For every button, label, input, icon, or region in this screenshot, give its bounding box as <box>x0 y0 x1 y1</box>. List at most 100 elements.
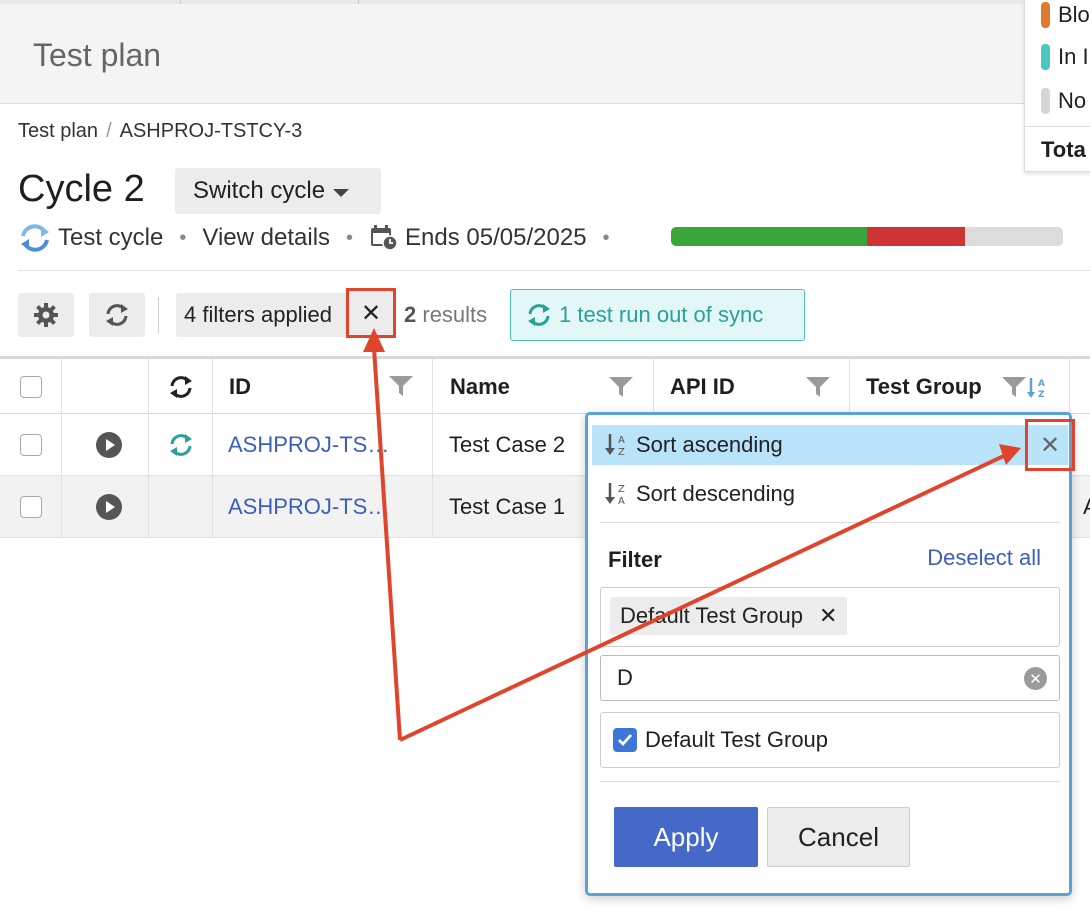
popover-close-button[interactable]: ✕ <box>1025 419 1075 471</box>
cycle-progress-bar <box>671 227 1063 246</box>
status-legend: Blo In I No Tota <box>1024 0 1090 172</box>
filter-funnel-icon[interactable] <box>609 377 633 403</box>
row-checkbox[interactable] <box>19 434 42 456</box>
cycle-type-label: Test cycle <box>58 224 164 251</box>
selected-value-label: Default Test Group <box>620 603 804 628</box>
test-group-column-label: Test Group <box>866 373 982 399</box>
play-icon[interactable] <box>96 432 122 458</box>
row-select-cell <box>0 476 62 538</box>
sync-status-icon <box>168 375 194 399</box>
sort-ascending-icon: AZ <box>604 432 636 458</box>
filter-search-input[interactable]: D ✕ <box>600 655 1060 701</box>
id-column-label: ID <box>229 373 251 399</box>
breadcrumb-separator: / <box>106 120 112 142</box>
filter-heading: Filter <box>608 547 662 572</box>
page-header: Test plan <box>0 4 1090 104</box>
switch-cycle-label: Switch cycle <box>193 177 326 204</box>
select-all-checkbox[interactable] <box>19 375 42 398</box>
divider <box>18 270 1090 271</box>
breadcrumb-root[interactable]: Test plan <box>18 120 98 143</box>
close-icon: ✕ <box>1039 431 1061 459</box>
svg-text:A: A <box>618 435 625 446</box>
meta-separator: • <box>346 226 354 249</box>
legend-item-in-progress: In I <box>1041 42 1089 72</box>
cycle-title: Cycle 2 <box>18 168 145 210</box>
legend-swatch <box>1041 2 1050 28</box>
test-run-id-link[interactable]: ASHPROJ-TS… <box>213 476 433 538</box>
sync-cell <box>149 414 213 476</box>
play-icon[interactable] <box>96 494 122 520</box>
sync-icon <box>527 304 551 326</box>
sort-descending-option[interactable]: ZA Sort descending <box>592 474 1068 514</box>
toolbar-separator <box>158 297 159 333</box>
calendar-clock-icon <box>369 224 399 252</box>
switch-cycle-button[interactable]: Switch cycle <box>175 168 381 214</box>
caret-down-icon <box>333 188 350 197</box>
clear-filters-button[interactable]: ✕ <box>346 288 396 338</box>
option-checkbox[interactable] <box>613 728 637 752</box>
results-label: results <box>422 302 488 327</box>
view-details-link[interactable]: View details <box>202 224 330 252</box>
next-column-header <box>1070 359 1090 414</box>
sort-ascending-option[interactable]: AZ Sort ascending <box>592 425 1068 465</box>
selected-values-box[interactable]: Default Test Group ✕ <box>600 587 1060 647</box>
out-of-sync-icon[interactable] <box>168 433 194 457</box>
sync-cell <box>149 476 213 538</box>
svg-text:A: A <box>1038 379 1045 389</box>
name-column-header[interactable]: Name <box>433 359 654 414</box>
sort-ascending-label: Sort ascending <box>636 432 783 457</box>
legend-label: No <box>1058 88 1087 113</box>
refresh-icon <box>104 303 130 327</box>
sort-descending-label: Sort descending <box>636 481 795 506</box>
page-title: Test plan <box>33 37 162 73</box>
api-id-column-header[interactable]: API ID <box>654 359 850 414</box>
out-of-sync-banner[interactable]: 1 test run out of sync <box>510 289 805 341</box>
remove-tag-icon[interactable]: ✕ <box>819 603 837 629</box>
filter-funnel-icon[interactable] <box>1002 377 1026 403</box>
column-filter-popover: AZ Sort ascending ✕ ZA Sort descending F… <box>585 412 1075 896</box>
legend-item-blocked: Blo <box>1041 0 1090 30</box>
gear-icon <box>33 302 59 328</box>
progress-fail-segment <box>867 227 965 246</box>
test-run-id-link[interactable]: ASHPROJ-TS… <box>213 414 433 476</box>
clear-search-icon[interactable]: ✕ <box>1024 667 1047 690</box>
legend-swatch <box>1041 44 1050 70</box>
close-icon: ✕ <box>360 299 382 327</box>
test-group-column-header[interactable]: Test Group AZ <box>850 359 1070 414</box>
svg-text:Z: Z <box>1038 390 1045 400</box>
select-all-cell <box>0 359 62 414</box>
option-label: Default Test Group <box>645 727 829 752</box>
popover-divider <box>600 522 1060 523</box>
svg-text:Z: Z <box>618 447 625 458</box>
breadcrumb: Test plan / ASHPROJ-TSTCY-3 <box>18 120 302 143</box>
legend-item-not-run: No <box>1041 86 1086 116</box>
filter-funnel-icon[interactable] <box>389 376 413 402</box>
id-column-header[interactable]: ID <box>213 359 433 414</box>
next-column-cell: A <box>1083 476 1090 538</box>
svg-text:Z: Z <box>618 484 625 495</box>
deselect-all-link[interactable]: Deselect all <box>927 545 1041 571</box>
run-column-header <box>62 359 149 414</box>
sort-ascending-icon[interactable]: AZ <box>1026 376 1050 406</box>
settings-button[interactable] <box>18 293 74 337</box>
sort-descending-icon: ZA <box>604 481 636 507</box>
row-checkbox[interactable] <box>19 496 42 518</box>
meta-separator: • <box>602 226 610 249</box>
run-cell <box>62 414 149 476</box>
apply-button[interactable]: Apply <box>614 807 758 867</box>
filter-option[interactable]: Default Test Group <box>600 712 1060 768</box>
cancel-button[interactable]: Cancel <box>767 807 910 867</box>
legend-label: Blo <box>1058 2 1090 27</box>
refresh-button[interactable] <box>89 293 145 337</box>
name-column-label: Name <box>450 373 510 399</box>
cycle-refresh-icon <box>18 223 52 253</box>
row-select-cell <box>0 414 62 476</box>
filter-funnel-icon[interactable] <box>806 377 830 403</box>
legend-label: In I <box>1058 44 1089 69</box>
out-of-sync-label: 1 test run out of sync <box>559 302 764 327</box>
filter-search-value: D <box>617 665 633 690</box>
filters-applied-label: 4 filters applied <box>184 302 332 327</box>
legend-swatch <box>1041 88 1050 114</box>
cycle-end-date: Ends 05/05/2025 <box>405 224 587 251</box>
selected-value-tag: Default Test Group ✕ <box>610 597 848 635</box>
